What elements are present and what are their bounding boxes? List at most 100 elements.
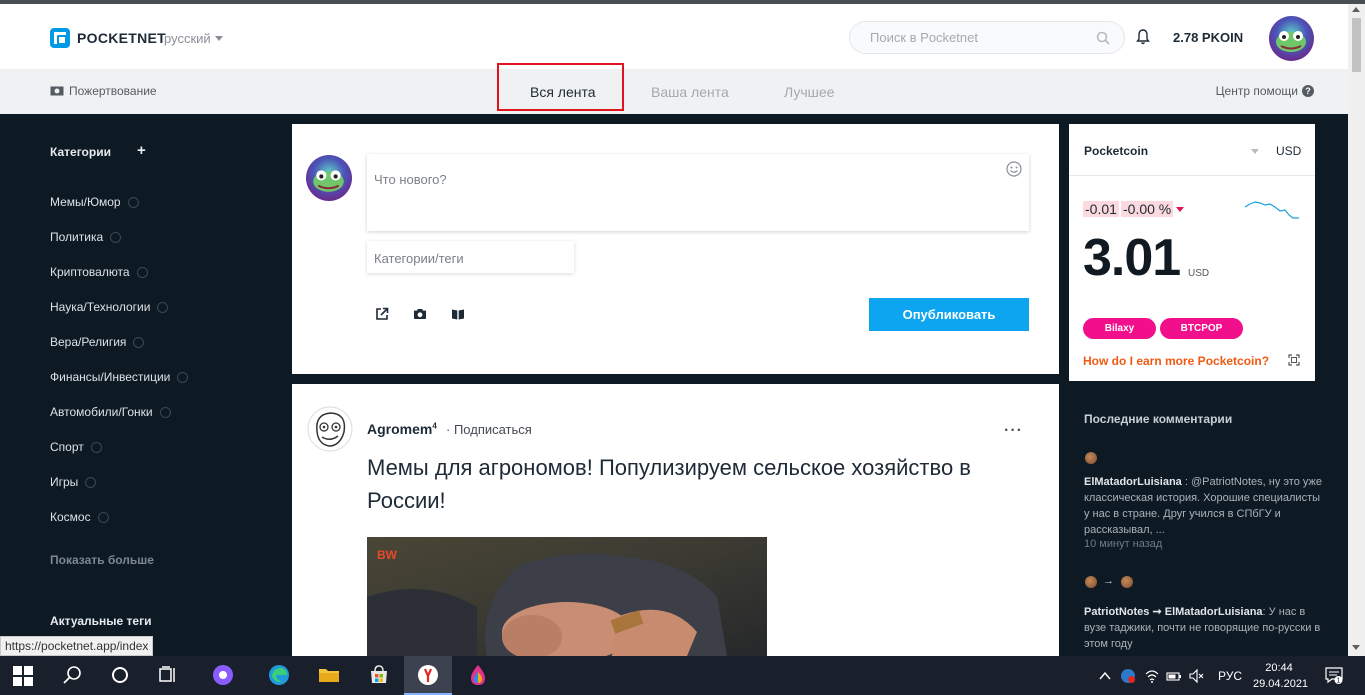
expand-icon[interactable] [1288, 354, 1300, 366]
trend-down-icon [1176, 207, 1184, 212]
more-options-icon[interactable]: ··· [1004, 422, 1023, 440]
category-checkbox[interactable] [133, 336, 145, 348]
external-link-icon[interactable] [375, 307, 389, 321]
post-author-avatar[interactable] [307, 406, 353, 452]
book-icon[interactable] [451, 307, 465, 321]
post-image[interactable]: BW [367, 537, 767, 656]
emoji-icon[interactable] [1006, 161, 1022, 177]
category-checkbox[interactable] [85, 476, 97, 488]
user-avatar[interactable] [1269, 16, 1314, 61]
exchange-btcpop-button[interactable]: BTCPOP [1160, 318, 1243, 339]
donate-link[interactable]: Пожертвование [50, 84, 157, 98]
post-title: Мемы для агрономов! Популизируем сельско… [367, 455, 971, 513]
category-checkbox[interactable] [159, 406, 171, 418]
windows-start-icon[interactable] [13, 666, 33, 686]
yandex-browser-icon[interactable] [417, 664, 439, 686]
scroll-up-icon[interactable] [1352, 7, 1360, 12]
comment-item[interactable]: PatriotNotes ➞ ElMatadorLuisiana: У нас … [1084, 604, 1324, 656]
wallet-balance[interactable]: 2.78 PKOIN [1173, 30, 1243, 45]
battery-icon[interactable] [1166, 668, 1182, 684]
tab-best[interactable]: Лучшее [784, 84, 834, 100]
exchange-bilaxy-button[interactable]: Bilaxy [1083, 318, 1156, 339]
search-box[interactable] [849, 21, 1125, 54]
microsoft-store-icon[interactable] [368, 664, 390, 686]
clock-time: 20:44 [1265, 662, 1293, 674]
commenter-avatar[interactable] [1085, 576, 1097, 588]
alice-assistant-icon[interactable] [212, 664, 234, 686]
commenter-avatar[interactable] [1085, 452, 1097, 464]
category-label: Финансы/Инвестиции [50, 370, 171, 384]
price-change-percent: -0.00 % [1121, 201, 1174, 217]
category-checkbox[interactable] [97, 511, 109, 523]
search-input[interactable] [870, 30, 1090, 45]
author-reputation: 4 [432, 421, 437, 431]
logo[interactable]: POCKETNET [50, 28, 166, 48]
pocketnet-logo-icon [50, 28, 70, 48]
post-composer: Что нового? Категории/теги Опубликовать [292, 124, 1059, 374]
tags-input[interactable]: Категории/теги [367, 241, 574, 273]
bell-icon[interactable] [1135, 28, 1151, 46]
wifi-icon[interactable] [1144, 668, 1160, 684]
earn-pocketcoin-link[interactable]: How do I earn more Pocketcoin? [1083, 354, 1269, 368]
help-center-label: Центр помощи [1215, 84, 1298, 98]
post-text-input[interactable]: Что нового? [367, 154, 1029, 231]
windows-taskbar: РУС 20:44 29.04.2021 1 [0, 656, 1365, 695]
category-checkbox[interactable] [110, 231, 122, 243]
camera-icon[interactable] [413, 307, 427, 321]
task-view-icon[interactable] [157, 664, 179, 686]
add-category-button[interactable]: + [137, 142, 146, 159]
page-scrollbar[interactable] [1348, 4, 1365, 656]
help-center-link[interactable]: Центр помощи ? [1216, 84, 1314, 98]
file-explorer-icon[interactable] [318, 664, 340, 686]
category-item[interactable]: Политика [50, 230, 122, 244]
search-icon[interactable] [1096, 31, 1110, 45]
coin-name[interactable]: Pocketcoin [1084, 144, 1148, 158]
tray-app-icon[interactable] [1120, 668, 1136, 684]
category-item[interactable]: Наука/Технологии [50, 300, 169, 314]
category-checkbox[interactable] [90, 441, 102, 453]
category-item[interactable]: Игры [50, 475, 97, 489]
category-item[interactable]: Автомобили/Гонки [50, 405, 171, 419]
subscribe-link[interactable]: · Подписаться [446, 422, 532, 437]
scroll-down-icon[interactable] [1352, 645, 1360, 650]
input-language[interactable]: РУС [1218, 669, 1242, 683]
notification-count: 1 [1337, 678, 1341, 685]
scroll-thumb[interactable] [1352, 18, 1361, 72]
post-author-name: Agromem [367, 421, 433, 437]
chevron-down-icon [214, 36, 223, 41]
category-item[interactable]: Финансы/Инвестиции [50, 370, 189, 384]
price-currency: USD [1188, 268, 1210, 279]
question-icon: ? [1302, 85, 1314, 97]
comment-time: 10 минут назад [1084, 538, 1163, 550]
donate-label: Пожертвование [69, 84, 157, 98]
category-item[interactable]: Мемы/Юмор [50, 195, 139, 209]
notifications-icon[interactable]: 1 [1325, 666, 1343, 684]
chevron-up-icon[interactable] [1097, 668, 1113, 684]
edge-browser-icon[interactable] [268, 664, 290, 686]
category-item[interactable]: Космос [50, 510, 109, 524]
comment-author: ElMatadorLuisiana [1084, 476, 1182, 488]
system-clock[interactable]: 20:44 29.04.2021 [1253, 660, 1308, 692]
tab-your-feed[interactable]: Ваша лента [651, 84, 729, 100]
category-item[interactable]: Спорт [50, 440, 102, 454]
category-checkbox[interactable] [157, 301, 169, 313]
volume-muted-icon[interactable] [1189, 668, 1205, 684]
category-checkbox[interactable] [177, 371, 189, 383]
show-more-button[interactable]: Показать больше [50, 553, 154, 567]
category-item[interactable]: Криптовалюта [50, 265, 148, 279]
currency-selector[interactable]: USD [1276, 144, 1301, 158]
paint-3d-icon[interactable] [467, 664, 489, 686]
reply-target-avatar[interactable] [1121, 576, 1133, 588]
comment-item[interactable]: ElMatadorLuisiana : @PatriotNotes, ну эт… [1084, 474, 1324, 538]
category-item[interactable]: Вера/Религия [50, 335, 145, 349]
category-checkbox[interactable] [136, 266, 148, 278]
recent-comments-title: Последние комментарии [1084, 412, 1233, 426]
language-selector[interactable]: русский [164, 31, 223, 46]
cortana-icon[interactable] [109, 664, 131, 686]
search-icon[interactable] [62, 664, 84, 686]
category-checkbox[interactable] [127, 196, 139, 208]
chevron-down-icon[interactable] [1251, 149, 1259, 154]
publish-button[interactable]: Опубликовать [869, 298, 1029, 331]
header: POCKETNET русский 2.78 PKOIN [0, 4, 1348, 69]
post-author[interactable]: Agromem4 [367, 421, 437, 437]
